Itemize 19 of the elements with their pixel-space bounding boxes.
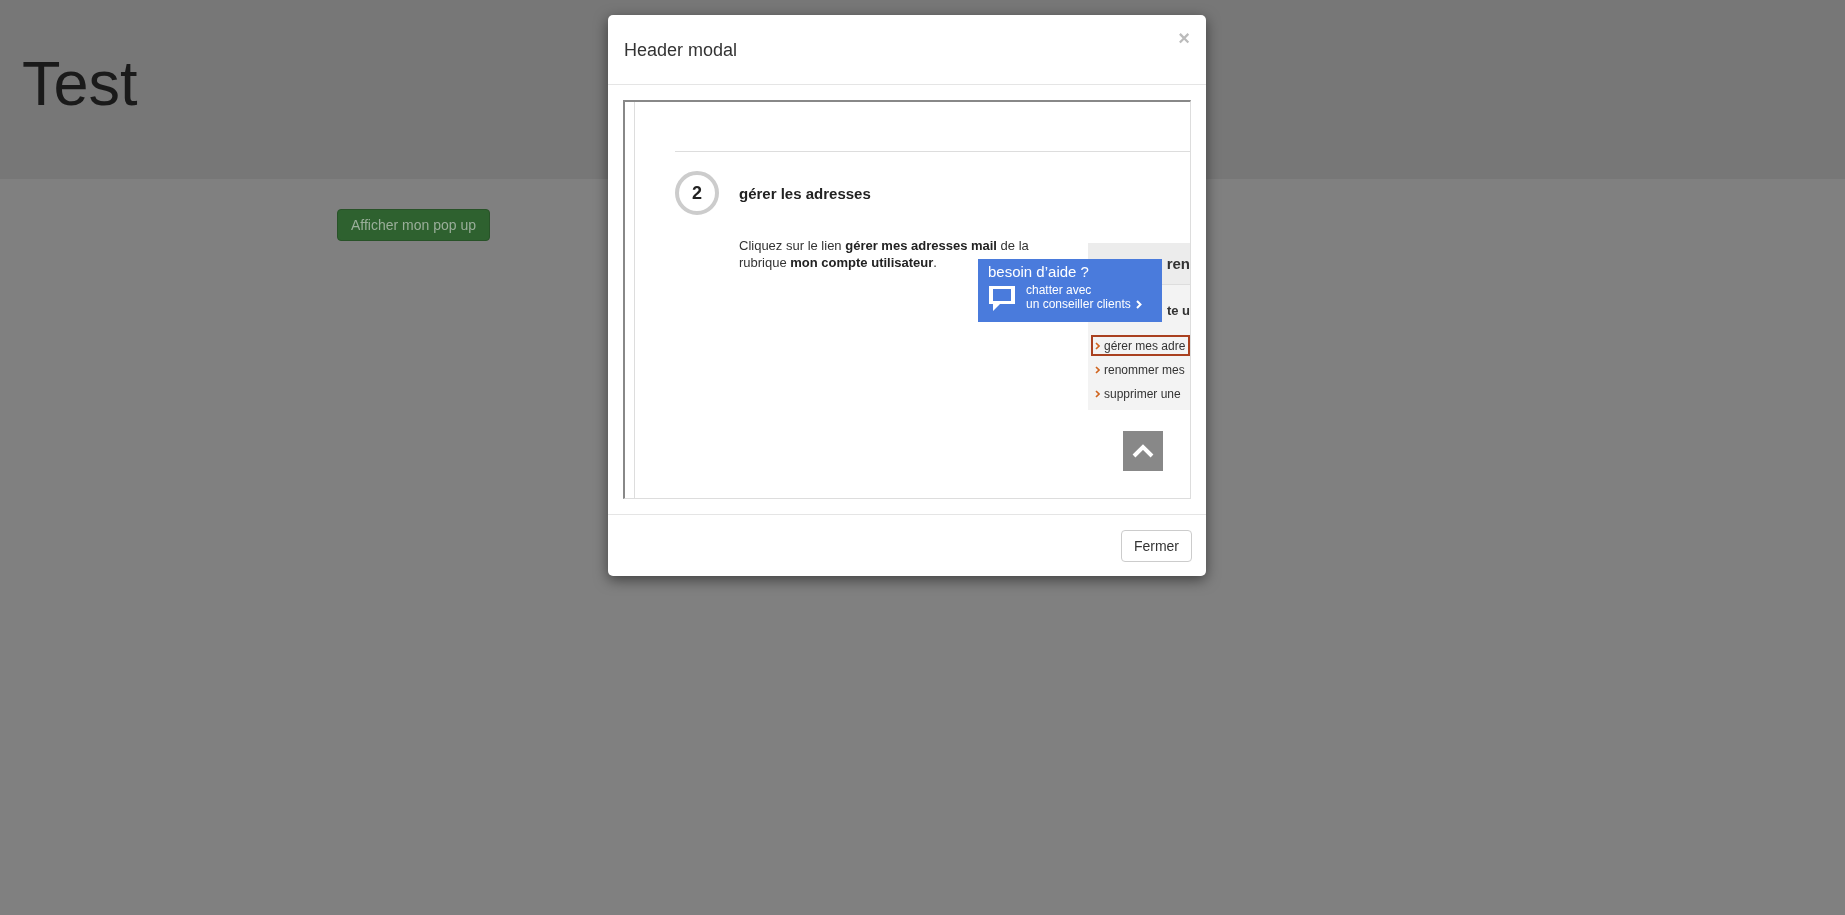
speech-bubble-icon xyxy=(988,285,1016,312)
sidebar-link[interactable]: supprimer une xyxy=(1091,383,1190,404)
chevron-right-icon xyxy=(1095,389,1100,398)
close-button[interactable]: Fermer xyxy=(1120,530,1192,562)
step-title: gérer les adresses xyxy=(739,184,871,202)
sidebar-heading: ren xyxy=(1166,255,1190,272)
chat-text: chatter avec xyxy=(1026,283,1093,297)
chevron-right-icon xyxy=(1135,299,1142,309)
sidebar-link[interactable]: gérer mes adre xyxy=(1091,335,1190,356)
sidebar-link[interactable]: renommer mes xyxy=(1091,359,1190,380)
chevron-up-icon xyxy=(1132,444,1154,458)
page-title: Test xyxy=(22,52,138,115)
chevron-right-icon xyxy=(1095,341,1100,350)
modal-title: Header modal xyxy=(624,40,738,61)
scroll-to-top-button[interactable] xyxy=(1123,431,1163,471)
chevron-right-icon xyxy=(1095,365,1100,374)
chat-text: un conseiller clients xyxy=(1026,297,1131,311)
sidebar-subheading: te u xyxy=(1166,302,1190,318)
step-number: 2 xyxy=(675,171,719,215)
